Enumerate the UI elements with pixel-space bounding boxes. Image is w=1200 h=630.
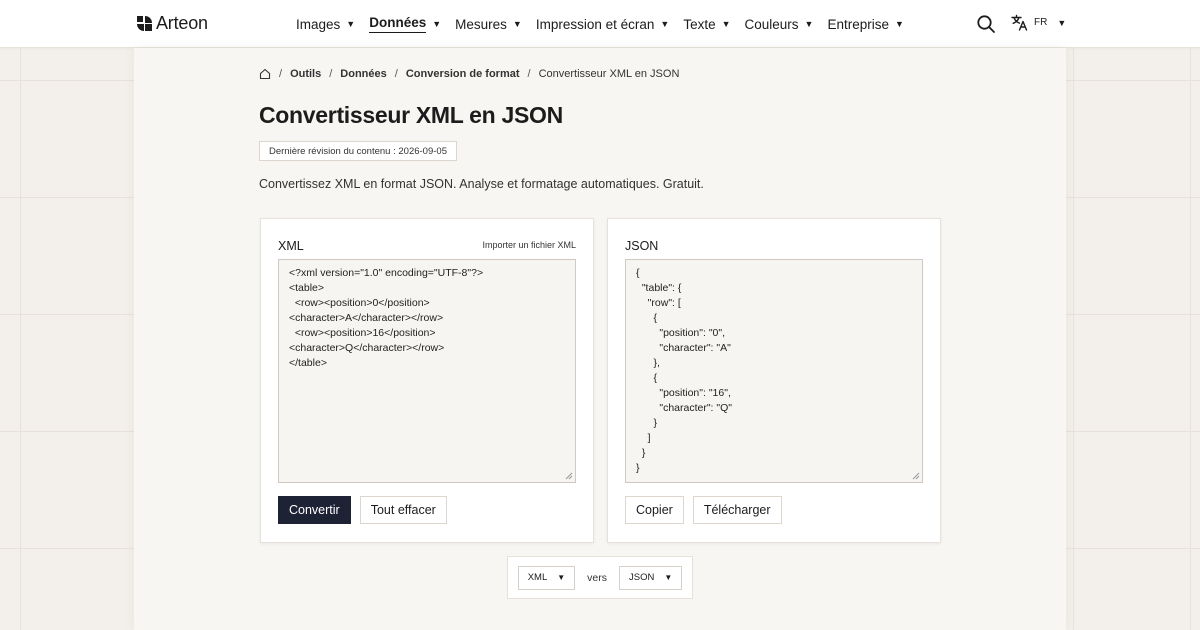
arteon-logo-icon [137,16,152,31]
breadcrumb-separator: / [394,68,398,80]
chevron-down-icon: ▼ [512,19,522,29]
breadcrumb-separator: / [527,68,531,80]
chevron-down-icon: ▼ [432,19,442,29]
source-format-select[interactable]: XML ▼ [517,565,576,590]
target-format-value: JSON [629,572,655,583]
nav-item-entreprise[interactable]: Entreprise ▼ [827,0,903,48]
format-selector-bar: XML ▼ vers JSON ▼ [507,556,693,599]
xml-input-textarea[interactable]: <?xml version="1.0" encoding="UTF-8"?> <… [278,259,576,483]
nav-item-impression[interactable]: Impression et écran ▼ [536,0,669,48]
resize-grip-icon[interactable] [912,472,920,480]
chevron-down-icon: ▼ [895,19,904,29]
chevron-down-icon: ▼ [1057,17,1067,28]
chevron-down-icon: ▼ [346,19,356,29]
breadcrumb-link-outils[interactable]: Outils [290,68,321,80]
resize-grip-icon[interactable] [565,472,573,480]
chevron-down-icon: ▼ [721,19,731,29]
nav-item-couleurs[interactable]: Couleurs ▼ [745,0,814,48]
breadcrumb: / Outils / Données / Conversion de forma… [259,68,679,80]
convert-button[interactable]: Convertir [278,496,351,524]
home-icon[interactable] [259,68,271,80]
chevron-down-icon: ▼ [804,19,814,29]
breadcrumb-separator: / [329,68,333,80]
json-output-card: JSON { "table": { "row": [ { "position":… [607,218,941,543]
chevron-down-icon: ▼ [664,573,673,582]
breadcrumb-current: Convertisseur XML en JSON [538,68,680,80]
format-connector: vers [587,571,608,584]
json-actions: Copier Télécharger [625,496,782,524]
chevron-down-icon: ▼ [660,19,670,29]
language-selector[interactable]: FR ▼ [1011,14,1066,31]
page-intro: Convertissez XML en format JSON. Analyse… [259,177,704,191]
xml-actions: Convertir Tout effacer [278,496,447,524]
clear-all-button[interactable]: Tout effacer [359,496,447,524]
breadcrumb-separator: / [279,68,283,80]
json-label: JSON [625,239,659,253]
target-format-select[interactable]: JSON ▼ [619,565,683,590]
revision-badge: Dernière révision du contenu : 2026-09-0… [259,141,457,161]
json-output-textarea[interactable]: { "table": { "row": [ { "position": "0",… [625,259,923,483]
translate-icon [1011,14,1028,31]
import-xml-link[interactable]: Importer un fichier XML [482,240,576,250]
main-nav: Images ▼ Données ▼ Mesures ▼ Impression … [296,0,918,48]
source-format-value: XML [527,572,548,583]
nav-item-mesures[interactable]: Mesures ▼ [455,0,522,48]
xml-input-card: XML Importer un fichier XML <?xml versio… [260,218,594,543]
breadcrumb-link-donnees[interactable]: Données [340,68,386,80]
xml-label: XML [278,239,304,253]
nav-item-donnees[interactable]: Données ▼ [369,0,441,48]
breadcrumb-link-conversion[interactable]: Conversion de format [406,68,520,80]
brand-logo[interactable]: Arteon [137,13,208,34]
nav-item-texte[interactable]: Texte ▼ [683,0,730,48]
chevron-down-icon: ▼ [557,573,566,582]
brand-name: Arteon [156,13,208,33]
language-code: FR [1034,17,1048,28]
nav-item-images[interactable]: Images ▼ [296,0,355,48]
top-navigation-bar: Arteon Images ▼ Données ▼ Mesures ▼ Impr… [0,0,1200,48]
download-button[interactable]: Télécharger [692,496,782,524]
search-icon[interactable] [976,14,996,34]
copy-button[interactable]: Copier [625,496,684,524]
page-title: Convertisseur XML en JSON [259,102,563,128]
